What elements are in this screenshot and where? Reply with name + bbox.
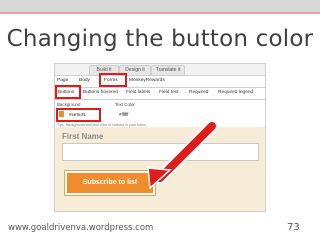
forms-tab-highlight [99,73,127,87]
nav-monkeyrewards[interactable]: MonkeyRewards [129,78,165,83]
embedded-screenshot: Build it Design it Translate it Page Bod… [54,63,266,212]
subtab-field-text[interactable]: Field text [159,90,178,95]
page-number: 73 [287,222,300,233]
text-color-hex-input[interactable]: #ffffff [119,112,128,117]
first-name-input[interactable] [62,143,259,161]
buttons-tab-highlight [55,85,81,99]
nav-divider [55,87,265,88]
top-tab-bar: Build it Design it Translate it [55,64,265,75]
nav-body[interactable]: Body [79,78,90,83]
subtab-buttons-hovered[interactable]: Buttons hovered [83,90,118,95]
slide-title: Changing the button color [6,26,314,52]
text-color-label: Text Color [115,102,135,107]
subtab-divider [55,99,265,100]
header-accent-line [0,12,320,14]
tab-translate-it[interactable]: Translate it [151,65,185,75]
tab-divider [55,75,265,76]
subscribe-button[interactable]: Subscribe to list [65,171,155,195]
background-label: Background [57,102,81,107]
form-preview: First Name Subscribe to list [55,127,265,211]
subtab-field-labels[interactable]: Field labels [126,90,150,95]
nav-page[interactable]: Page [57,78,68,83]
subtab-required[interactable]: Required [189,90,208,95]
subtab-required-legend[interactable]: Required legend [218,90,253,95]
header-band [0,0,320,12]
first-name-label: First Name [62,132,104,141]
footer-url: www.goaldrivenva.wordpress.com [8,223,154,233]
background-hex-highlight [56,108,101,122]
